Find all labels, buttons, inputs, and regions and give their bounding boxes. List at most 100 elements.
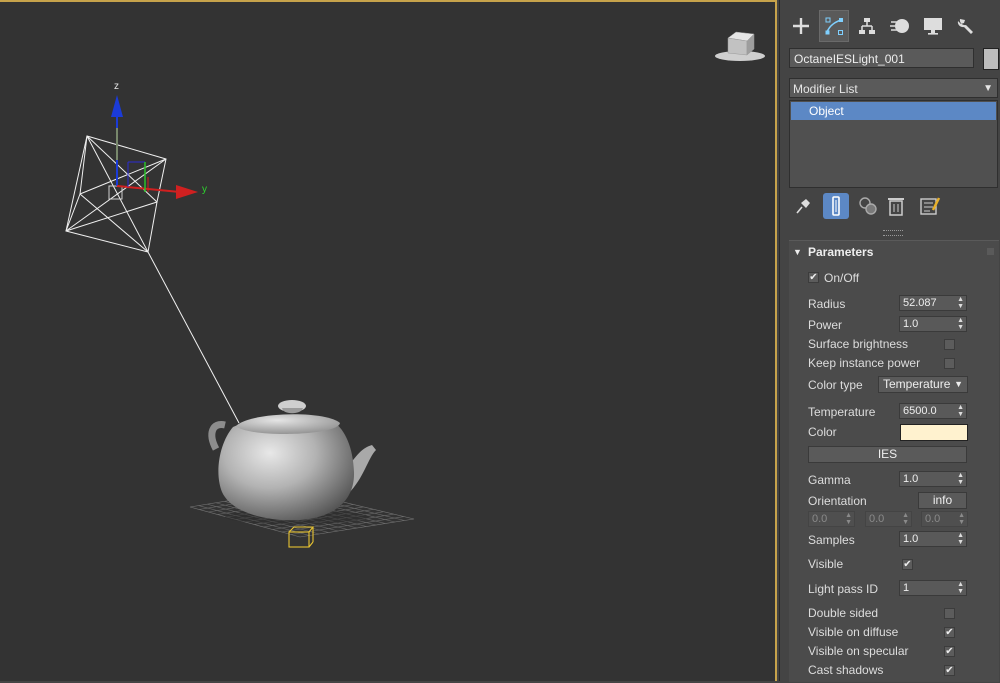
stack-item-object[interactable]: Object [791,102,996,120]
make-unique-icon [859,197,877,215]
power-spinner[interactable]: 1.0 ▲ ▼ [899,316,967,332]
ies-button[interactable]: IES [808,446,967,463]
radius-value: 52.087 [903,297,937,309]
z-axis-label: z [114,81,119,92]
orientation-z-value: 0.0 [925,513,941,525]
object-name-field[interactable]: OctaneIESLight_001 [789,48,974,68]
modifier-list-dropdown[interactable]: Modifier List ▼ [789,78,998,98]
perspective-viewport[interactable]: z y [0,0,777,681]
cast-shadows-row: Cast shadows ✔ [789,661,999,679]
motion-icon [890,19,909,33]
command-panel: OctaneIESLight_001 Modifier List ▼ Objec… [779,0,1000,682]
power-label: Power [808,318,843,332]
orientation-y-value: 0.0 [869,513,885,525]
spinner-arrows-icon: ▲ ▼ [958,512,965,526]
surface-brightness-row: Surface brightness [789,335,999,353]
object-color-swatch[interactable] [983,48,999,70]
tab-create[interactable] [786,10,816,42]
surface-brightness-label: Surface brightness [808,337,909,351]
visible-row: Visible ✔ [789,555,999,573]
color-type-value: Temperature [883,377,951,391]
visible-on-diffuse-checkbox[interactable]: ✔ [944,627,955,638]
orientation-info-button[interactable]: info [918,492,967,509]
keep-instance-power-label: Keep instance power [808,356,921,370]
keep-instance-power-checkbox[interactable] [944,358,955,369]
light-pass-id-label: Light pass ID [808,582,879,596]
samples-spinner[interactable]: 1.0 ▲ ▼ [899,531,967,547]
visible-on-diffuse-row: Visible on diffuse ✔ [789,623,999,641]
color-label: Color [808,425,837,439]
scene-canvas[interactable]: z y [0,2,777,683]
gamma-label: Gamma [808,473,851,487]
plus-icon [793,18,809,34]
spinner-arrows-icon: ▲ ▼ [845,512,852,526]
temperature-row: Temperature 6500.0 ▲ ▼ [789,403,999,421]
power-value: 1.0 [903,318,919,330]
temperature-label: Temperature [808,405,876,419]
visible-on-specular-row: Visible on specular ✔ [789,642,999,660]
cast-shadows-label: Cast shadows [808,663,884,677]
color-type-label: Color type [808,378,863,392]
keep-instance-power-row: Keep instance power [789,354,999,372]
on-off-checkbox[interactable]: ✔ [808,272,819,283]
tab-utilities[interactable] [951,10,981,42]
make-unique-button[interactable] [855,193,881,219]
temperature-value: 6500.0 [903,405,937,417]
panel-resize-grip[interactable] [883,230,903,236]
wrench-icon [957,19,973,34]
transform-gizmo[interactable]: z y [111,81,207,199]
tab-motion[interactable] [885,10,915,42]
modifier-list-label: Modifier List [793,82,858,96]
light-pass-id-row: Light pass ID 1 ▲ ▼ [789,580,999,598]
color-type-dropdown[interactable]: Temperature ▼ [878,376,968,393]
modify-icon [825,17,843,35]
orientation-values-row: 0.0 ▲ ▼ 0.0 ▲ ▼ 0.0 ▲ ▼ [789,511,999,529]
parameters-title: Parameters [808,245,874,259]
configure-modifier-sets-button[interactable] [917,193,943,219]
tab-modify[interactable] [819,10,849,42]
chevron-down-icon: ▼ [983,83,993,94]
viewcube-icon[interactable] [712,28,768,64]
light-pass-id-value: 1 [903,582,910,594]
spinner-arrows-icon[interactable]: ▲ ▼ [957,472,964,486]
remove-modifier-button[interactable] [883,193,909,219]
light-target-line [147,251,240,424]
light-color-swatch[interactable] [900,424,968,441]
spinner-arrows-icon[interactable]: ▲ ▼ [957,296,964,310]
visible-on-specular-checkbox[interactable]: ✔ [944,646,955,657]
show-end-result-button[interactable] [823,193,849,219]
spinner-arrows-icon[interactable]: ▲ ▼ [957,404,964,418]
tab-display[interactable] [918,10,948,42]
spinner-arrows-icon[interactable]: ▲ ▼ [957,317,964,331]
show-end-result-icon [832,196,840,216]
trash-icon [888,198,904,216]
pin-stack-button[interactable] [790,193,816,219]
double-sided-checkbox[interactable] [944,608,955,619]
orientation-x-value: 0.0 [812,513,828,525]
command-panel-tabs [786,10,996,44]
light-pass-id-spinner[interactable]: 1 ▲ ▼ [899,580,967,596]
visible-checkbox[interactable]: ✔ [902,559,913,570]
modifier-stack[interactable]: Object [789,100,998,188]
tab-hierarchy[interactable] [852,10,882,42]
parameters-rollout-header[interactable]: ▼ Parameters [789,243,999,261]
power-row: Power 1.0 ▲ ▼ [789,316,999,334]
color-type-row: Color type Temperature ▼ [789,376,999,394]
surface-brightness-checkbox[interactable] [944,339,955,350]
configure-sets-icon [920,197,941,215]
spinner-arrows-icon[interactable]: ▲ ▼ [957,532,964,546]
spinner-arrows-icon[interactable]: ▲ ▼ [957,581,964,595]
samples-value: 1.0 [903,533,919,545]
temperature-spinner[interactable]: 6500.0 ▲ ▼ [899,403,967,419]
gamma-spinner[interactable]: 1.0 ▲ ▼ [899,471,967,487]
orientation-x-spinner[interactable]: 0.0 ▲ ▼ [808,511,855,527]
orientation-y-spinner[interactable]: 0.0 ▲ ▼ [865,511,912,527]
radius-row: Radius 52.087 ▲ ▼ [789,295,999,313]
radius-spinner[interactable]: 52.087 ▲ ▼ [899,295,967,311]
orientation-z-spinner[interactable]: 0.0 ▲ ▼ [921,511,968,527]
gamma-value: 1.0 [903,473,919,485]
visible-on-diffuse-label: Visible on diffuse [808,625,899,639]
cast-shadows-checkbox[interactable]: ✔ [944,665,955,676]
chevron-down-icon: ▼ [954,379,963,389]
stack-toolbar [789,193,999,221]
